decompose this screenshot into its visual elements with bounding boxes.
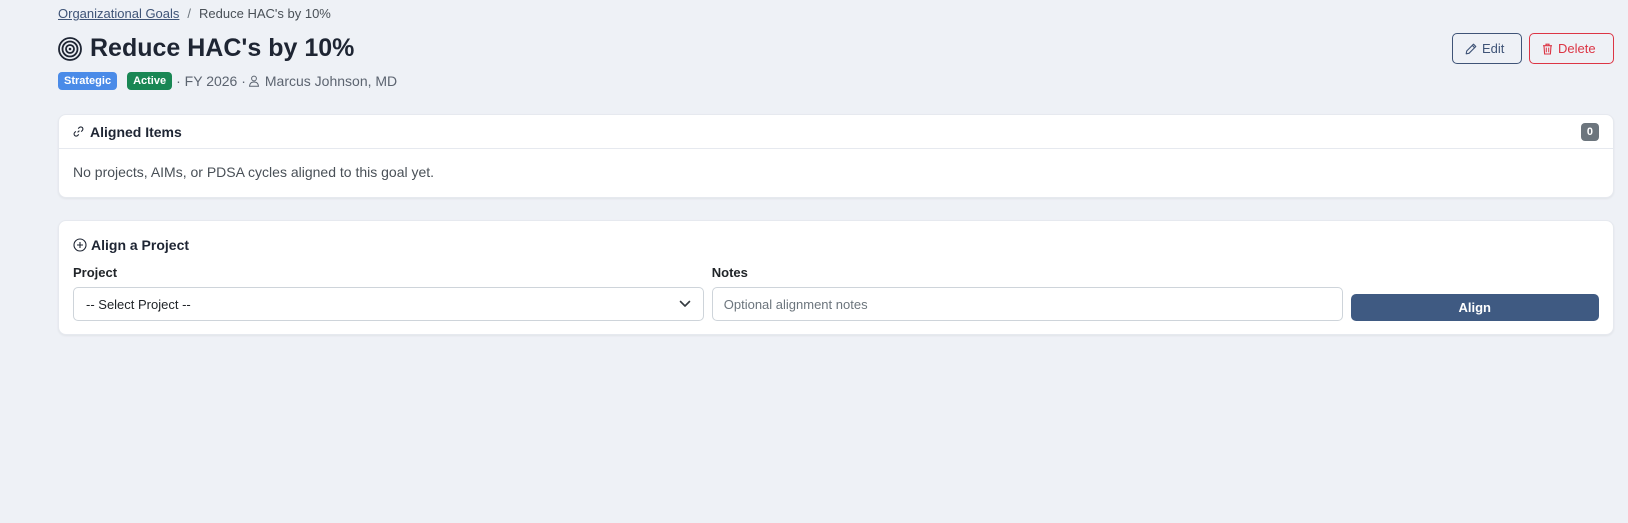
person-icon [248, 75, 260, 87]
delete-button-label: Delete [1558, 41, 1596, 56]
align-project-title-text: Align a Project [91, 237, 190, 253]
project-label: Project [73, 265, 118, 280]
breadcrumb: Organizational Goals / Reduce HAC's by 1… [58, 6, 331, 21]
align-form-row: Project -- Select Project -- Notes Align [73, 265, 1599, 321]
chevron-down-icon [679, 300, 691, 307]
project-field: Project -- Select Project -- [73, 265, 704, 321]
owner-name: Marcus Johnson, MD [264, 73, 398, 89]
aligned-items-count-badge: 0 [1580, 123, 1599, 141]
align-project-card: Align a Project Project -- Select Projec… [58, 220, 1614, 335]
aligned-items-title: Aligned Items [73, 124, 182, 140]
fiscal-year: · FY 2026 · [176, 73, 246, 89]
project-select-value: -- Select Project -- [86, 296, 191, 312]
breadcrumb-separator: / [187, 6, 192, 21]
type-badge: Strategic [58, 72, 118, 90]
aligned-items-title-text: Aligned Items [90, 123, 182, 140]
trash-icon [1543, 43, 1552, 55]
title-row: Reduce HAC's by 10% [58, 34, 354, 63]
notes-label: Notes [711, 265, 748, 280]
pencil-icon [1465, 43, 1477, 54]
breadcrumb-current: Reduce HAC's by 10% [199, 6, 331, 21]
link-icon [73, 126, 84, 137]
aligned-items-card: Aligned Items 0 No projects, AIMs, or PD… [58, 114, 1614, 198]
header-actions: Edit Delete [1452, 33, 1614, 64]
notes-field: Notes [711, 265, 1343, 321]
align-button[interactable]: Align [1350, 294, 1599, 321]
breadcrumb-link-organizational-goals[interactable]: Organizational Goals [58, 6, 179, 21]
page-title: Reduce HAC's by 10% [90, 34, 355, 62]
edit-button[interactable]: Edit [1452, 33, 1522, 64]
plus-circle-icon [73, 238, 87, 252]
bullseye-icon [58, 36, 82, 61]
aligned-items-empty-message: No projects, AIMs, or PDSA cycles aligne… [73, 164, 435, 180]
aligned-items-header: Aligned Items 0 [59, 115, 1613, 149]
project-select[interactable]: -- Select Project -- [73, 287, 704, 321]
notes-input[interactable] [711, 287, 1343, 321]
goal-meta: Strategic Active · FY 2026 · Marcus John… [58, 72, 397, 90]
edit-button-label: Edit [1482, 41, 1505, 56]
delete-button[interactable]: Delete [1529, 33, 1614, 64]
align-project-title: Align a Project [73, 237, 1599, 253]
status-badge: Active [127, 72, 173, 90]
